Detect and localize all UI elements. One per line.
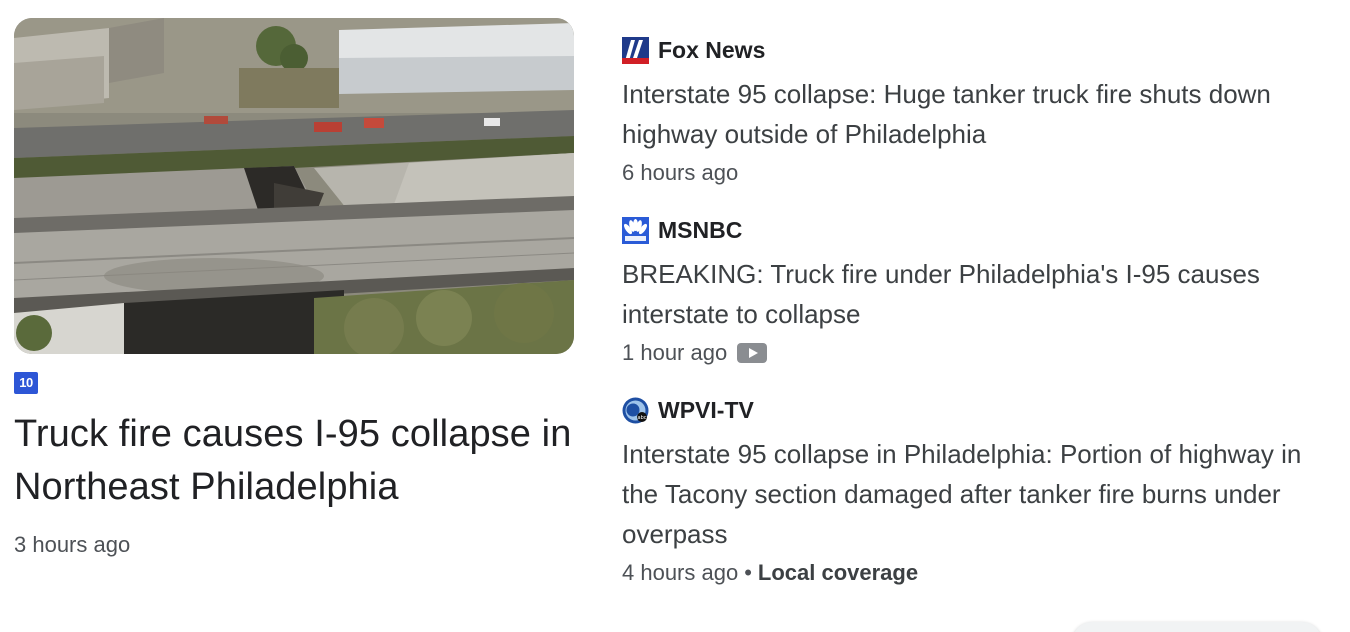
- nbc10-logo-icon: 10: [14, 372, 38, 394]
- highway-collapse-photo: [14, 18, 574, 354]
- news-cluster: 10 Truck fire causes I-95 collapse in No…: [0, 0, 1350, 632]
- svg-text:abc: abc: [638, 415, 647, 421]
- source-name: WPVI-TV: [658, 396, 754, 423]
- fox-news-logo-icon: [622, 36, 649, 64]
- story-timestamp: 4 hours ago: [622, 560, 739, 585]
- related-stories-list: Fox News Interstate 95 collapse: Huge ta…: [622, 34, 1332, 586]
- featured-image[interactable]: [14, 18, 574, 354]
- featured-story[interactable]: 10 Truck fire causes I-95 collapse in No…: [14, 18, 574, 558]
- msnbc-peacock-logo-icon: [622, 216, 649, 244]
- more-news-button[interactable]: [1072, 622, 1322, 632]
- story-item-wpvi[interactable]: abc WPVI-TV Interstate 95 collapse in Ph…: [622, 394, 1332, 586]
- story-item-fox-news[interactable]: Fox News Interstate 95 collapse: Huge ta…: [622, 34, 1332, 186]
- story-item-msnbc[interactable]: MSNBC BREAKING: Truck fire under Philade…: [622, 214, 1332, 366]
- story-meta: 4 hours ago • Local coverage: [622, 560, 1332, 586]
- video-play-icon: [737, 343, 768, 363]
- featured-headline[interactable]: Truck fire causes I-95 collapse in North…: [14, 408, 574, 514]
- source-row: Fox News: [622, 34, 1332, 66]
- story-meta: 1 hour ago: [622, 340, 1332, 366]
- source-name: Fox News: [658, 36, 766, 63]
- story-headline[interactable]: BREAKING: Truck fire under Philadelphia'…: [622, 254, 1332, 334]
- story-headline[interactable]: Interstate 95 collapse: Huge tanker truc…: [622, 74, 1332, 154]
- story-timestamp: 6 hours ago: [622, 160, 739, 185]
- source-name: MSNBC: [658, 216, 743, 243]
- meta-separator: •: [744, 560, 752, 585]
- source-row: MSNBC: [622, 214, 1332, 246]
- source-row: abc WPVI-TV: [622, 394, 1332, 426]
- story-headline[interactable]: Interstate 95 collapse in Philadelphia: …: [622, 434, 1332, 554]
- story-meta: 6 hours ago: [622, 160, 1332, 186]
- featured-timestamp: 3 hours ago: [14, 532, 131, 557]
- story-timestamp: 1 hour ago: [622, 340, 728, 365]
- abc-6-logo-icon: abc: [622, 397, 649, 423]
- local-coverage-tag[interactable]: Local coverage: [758, 560, 918, 586]
